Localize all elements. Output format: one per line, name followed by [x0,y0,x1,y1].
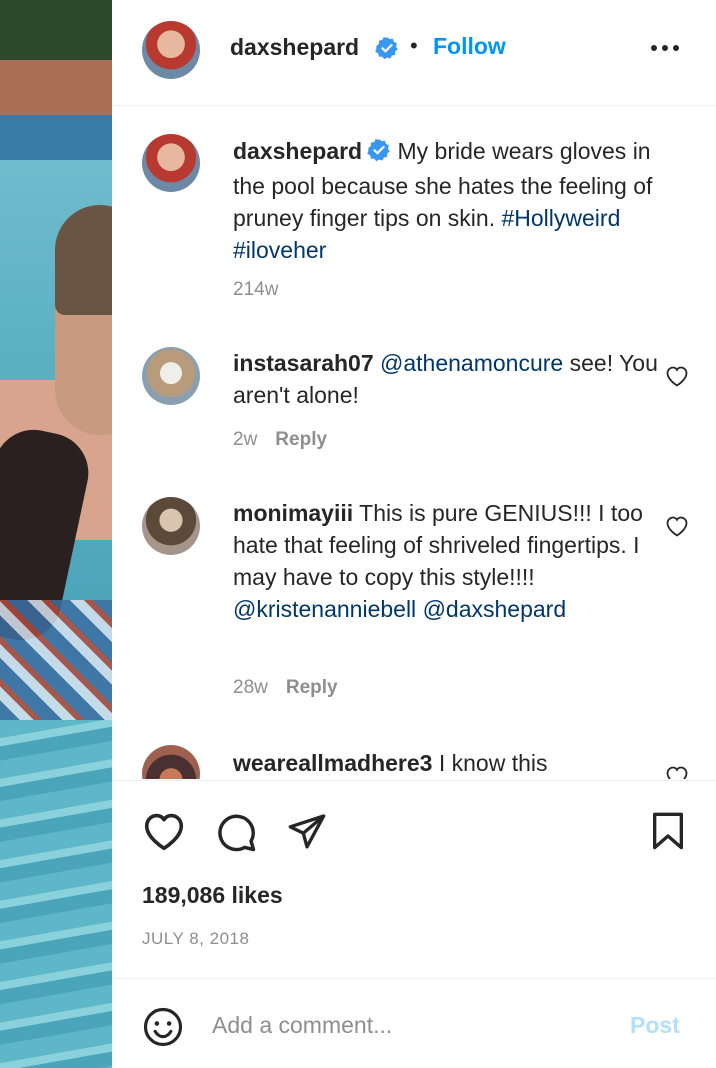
follow-button[interactable]: Follow [433,33,506,60]
commenter-username[interactable]: monimayiii [233,500,353,526]
like-comment-heart-icon[interactable] [665,765,689,779]
hashtag-link[interactable]: #Hollyweird [501,205,620,231]
comment-body: weareallmadhere3 I know this [233,747,663,779]
header-separator: • [410,33,418,58]
comment-icon[interactable] [215,811,257,858]
comment-body: instasarah07 @athenamoncure see! You are… [233,347,663,411]
commenter-avatar[interactable] [142,745,200,779]
caption-username[interactable]: daxshepard [233,138,362,164]
comment-body: monimayiii This is pure GENIUS!!! I too … [233,497,663,625]
photo-pool-deck [0,60,112,115]
photo-wall [0,0,112,60]
reply-button[interactable]: Reply [286,677,338,698]
photo-swimsuit [0,600,112,720]
verified-badge-icon [375,36,399,65]
commenter-username[interactable]: instasarah07 [233,350,374,376]
add-comment-bar: Post [112,978,716,1068]
comment-input[interactable] [212,1007,612,1043]
emoji-icon[interactable] [142,1006,184,1053]
bookmark-icon[interactable] [650,811,686,856]
caption-body: daxshepard My bride wears gloves in the … [233,135,663,266]
commenter-avatar[interactable] [142,347,200,405]
share-icon[interactable] [286,811,328,856]
comment-age: 2w [233,429,258,450]
author-username[interactable]: daxshepard [230,34,359,61]
commenter-username[interactable]: weareallmadhere3 [233,750,432,776]
author-avatar[interactable] [142,21,200,79]
caption-avatar[interactable] [142,134,200,192]
more-options-icon[interactable] [650,40,680,61]
commenter-avatar[interactable] [142,497,200,555]
post-photo[interactable] [0,0,112,1068]
photo-pool-tile [0,115,112,160]
hashtag-link[interactable]: #iloveher [233,237,326,263]
reply-button[interactable]: Reply [275,429,327,450]
comment-text: I know this [438,750,548,776]
heart-icon[interactable] [142,811,186,856]
post-header: daxshepard • Follow [112,0,716,106]
photo-water [0,720,112,1068]
mention-link[interactable]: @athenamoncure [380,350,563,376]
like-comment-heart-icon[interactable] [665,515,689,542]
like-comment-heart-icon[interactable] [665,365,689,392]
comment-age: 28w [233,677,268,698]
comment-meta: 28w Reply [233,677,338,699]
post-date[interactable]: JULY 8, 2018 [142,929,249,949]
photo-hair [55,205,112,315]
caption-age: 214w [233,279,279,300]
mention-link[interactable]: @kristenanniebell [233,596,416,622]
likes-count[interactable]: 189,086 likes [142,882,283,909]
comments-list[interactable]: daxshepard My bride wears gloves in the … [112,107,716,779]
mention-link[interactable]: @daxshepard [423,596,567,622]
post-comment-button[interactable]: Post [630,1012,680,1039]
post-actions: 189,086 likes JULY 8, 2018 [112,780,716,980]
verified-badge-icon [367,138,391,170]
post-details-pane: daxshepard • Follow daxshepard My bride … [112,0,716,1068]
comment-meta: 2w Reply [233,429,327,451]
